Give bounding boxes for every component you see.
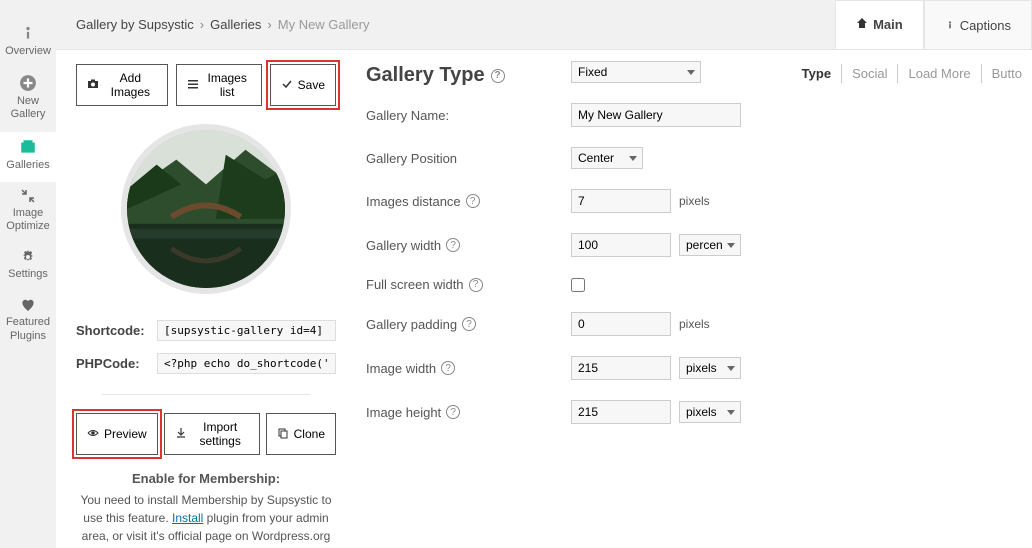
full-screen-label: Full screen width — [366, 277, 464, 292]
sidebar-item-image-optimize[interactable]: Image Optimize — [0, 182, 56, 243]
phpcode-label: PHPCode: — [76, 356, 151, 371]
image-width-label: Image width — [366, 361, 436, 376]
add-images-button[interactable]: Add Images — [76, 64, 168, 106]
tab-label: Captions — [960, 18, 1011, 33]
tab-captions[interactable]: Captions — [924, 0, 1032, 49]
membership-title: Enable for Membership: — [76, 469, 336, 489]
tab-main[interactable]: Main — [835, 0, 924, 49]
gallery-position-select[interactable]: Center — [571, 147, 643, 169]
subtab-type[interactable]: Type — [792, 64, 842, 83]
button-label: Add Images — [104, 71, 157, 99]
breadcrumb-current: My New Gallery — [278, 17, 370, 32]
help-icon[interactable]: ? — [446, 405, 460, 419]
image-height-input[interactable] — [571, 400, 671, 424]
sidebar-item-label: New Gallery — [0, 95, 56, 121]
subtab-load-more[interactable]: Load More — [898, 64, 981, 83]
header-tabs: Main Captions — [835, 0, 1032, 49]
full-screen-checkbox[interactable] — [571, 278, 585, 292]
left-panel: Add Images Images list Save — [56, 50, 356, 548]
images-list-button[interactable]: Images list — [176, 64, 262, 106]
sidebar-item-galleries[interactable]: Galleries — [0, 132, 56, 182]
unit-label: pixels — [679, 317, 710, 331]
sidebar-item-label: Image Optimize — [0, 207, 56, 233]
home-icon — [856, 17, 868, 32]
button-label: Save — [298, 78, 325, 92]
gallery-padding-input[interactable] — [571, 312, 671, 336]
import-settings-button[interactable]: Import settings — [164, 413, 260, 455]
gallery-width-label: Gallery width — [366, 238, 441, 253]
shortcode-label: Shortcode: — [76, 323, 151, 338]
gallery-width-unit-select[interactable]: percents — [679, 234, 741, 256]
phpcode-input[interactable] — [157, 353, 336, 374]
sidebar-item-label: Overview — [5, 45, 51, 58]
copy-icon — [277, 427, 289, 442]
gallery-icon — [19, 138, 37, 156]
subtab-social[interactable]: Social — [842, 64, 898, 83]
gallery-preview-image — [121, 124, 291, 294]
sidebar-item-label: Featured Plugins — [0, 316, 56, 342]
tab-label: Main — [873, 17, 903, 32]
sidebar-item-label: Settings — [8, 268, 48, 281]
unit-label: pixels — [679, 194, 710, 208]
gallery-width-input[interactable] — [571, 233, 671, 257]
images-distance-input[interactable] — [571, 189, 671, 213]
help-icon[interactable]: ? — [446, 238, 460, 252]
install-link[interactable]: Install — [172, 511, 203, 525]
gallery-type-select[interactable]: Fixed — [571, 61, 701, 83]
gallery-name-label: Gallery Name: — [366, 108, 449, 123]
compress-icon — [20, 188, 36, 204]
settings-panel: Type Social Load More Butto Gallery Type… — [356, 50, 1032, 548]
plus-circle-icon — [19, 74, 37, 92]
clone-button[interactable]: Clone — [266, 413, 336, 455]
image-height-unit-select[interactable]: pixels — [679, 401, 741, 423]
help-icon[interactable]: ? — [462, 317, 476, 331]
gallery-position-label: Gallery Position — [366, 151, 457, 166]
membership-block: Enable for Membership: You need to insta… — [76, 469, 336, 548]
breadcrumb-mid[interactable]: Galleries — [210, 17, 261, 32]
help-icon[interactable]: ? — [469, 278, 483, 292]
images-distance-label: Images distance — [366, 194, 461, 209]
import-icon — [175, 427, 187, 442]
button-label: Preview — [104, 427, 147, 441]
gallery-padding-label: Gallery padding — [366, 317, 457, 332]
sidebar-item-new-gallery[interactable]: New Gallery — [0, 68, 56, 131]
shortcode-input[interactable] — [157, 320, 336, 341]
main-panel: Gallery by Supsystic › Galleries › My Ne… — [56, 0, 1032, 548]
breadcrumb: Gallery by Supsystic › Galleries › My Ne… — [56, 0, 835, 49]
subtab-buttons[interactable]: Butto — [982, 64, 1032, 83]
list-icon — [187, 78, 199, 93]
divider — [102, 394, 310, 395]
chevron-right-icon: › — [267, 17, 271, 32]
camera-icon — [87, 78, 99, 93]
image-width-unit-select[interactable]: pixels — [679, 357, 741, 379]
gear-icon — [20, 249, 36, 265]
button-label: Import settings — [192, 420, 249, 448]
eye-icon — [87, 427, 99, 442]
sidebar-item-featured-plugins[interactable]: Featured Plugins — [0, 291, 56, 352]
button-label: Clone — [294, 427, 325, 441]
help-icon[interactable]: ? — [466, 194, 480, 208]
section-title-text: Gallery Type — [366, 64, 485, 87]
sidebar-item-settings[interactable]: Settings — [0, 243, 56, 291]
help-icon[interactable]: ? — [491, 69, 505, 83]
info-icon — [945, 18, 955, 33]
gallery-name-input[interactable] — [571, 103, 741, 127]
check-icon — [281, 78, 293, 93]
image-height-label: Image height — [366, 405, 441, 420]
breadcrumb-root[interactable]: Gallery by Supsystic — [76, 17, 194, 32]
preview-button[interactable]: Preview — [76, 413, 158, 455]
save-button[interactable]: Save — [270, 64, 336, 106]
sidebar-item-overview[interactable]: Overview — [0, 18, 56, 68]
info-icon — [19, 24, 37, 42]
help-icon[interactable]: ? — [441, 361, 455, 375]
sidebar-item-label: Galleries — [6, 159, 49, 172]
settings-subtabs: Type Social Load More Butto — [792, 64, 1032, 83]
admin-sidebar: Overview New Gallery Galleries Image Opt… — [0, 0, 56, 548]
button-label: Images list — [204, 71, 251, 99]
heart-icon — [20, 297, 36, 313]
chevron-right-icon: › — [200, 17, 204, 32]
image-width-input[interactable] — [571, 356, 671, 380]
